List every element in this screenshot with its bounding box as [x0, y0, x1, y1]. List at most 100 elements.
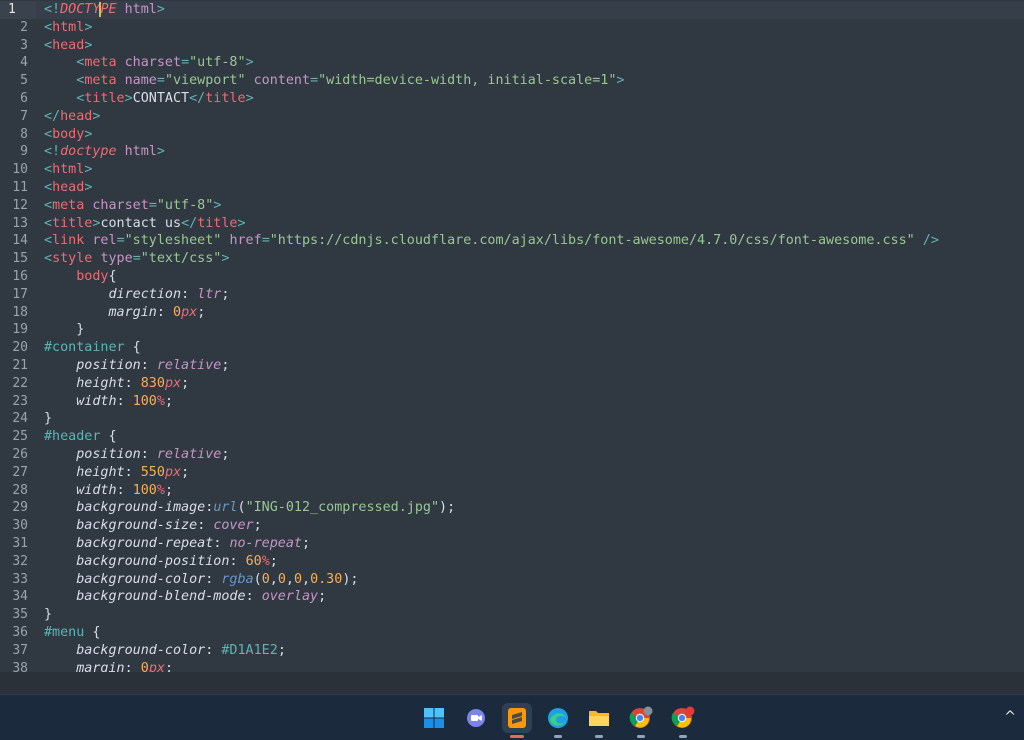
code-token: "https://cdnjs.cloudflare.com/ajax/libs/…: [269, 233, 915, 249]
code-line[interactable]: }: [44, 606, 52, 624]
code-token: link: [52, 233, 85, 249]
line-number: 30: [12, 518, 28, 534]
code-token: <: [44, 197, 53, 213]
code-line[interactable]: <html>: [44, 19, 92, 37]
code-token: width: [76, 482, 117, 498]
code-line[interactable]: <style type="text/css">: [44, 250, 229, 268]
code-token: background-image: [76, 500, 206, 516]
chrome-button[interactable]: [668, 703, 698, 738]
code-token: </: [181, 215, 198, 231]
code-token: :: [156, 304, 173, 320]
code-editor[interactable]: 1 2 3 4 5 6 7 8 9 10 11 12 13 14 15 16 17 18 19 20 21 22 23 24 2…: [0, 0, 1024, 672]
code-token: title: [205, 91, 246, 106]
edge-button[interactable]: [543, 703, 573, 738]
code-line[interactable]: <meta name="viewport" content="width=dev…: [44, 72, 624, 90]
chrome-profile-button[interactable]: [626, 703, 656, 738]
code-token: ;: [277, 642, 286, 658]
code-token: PE: [100, 2, 117, 17]
code-line[interactable]: <!DOCTYPE html>: [44, 1, 165, 19]
code-token: relative: [156, 358, 222, 373]
code-token: :: [213, 536, 230, 551]
sublime-text-icon: [508, 708, 526, 728]
code-token: meta: [84, 55, 117, 71]
code-token: ,: [302, 571, 311, 587]
code-token: head: [52, 37, 85, 53]
code-line[interactable]: }: [44, 410, 52, 428]
sublime-text-button[interactable]: [502, 703, 532, 738]
code-token: ,: [285, 571, 294, 587]
start-button[interactable]: [419, 703, 449, 733]
code-line[interactable]: <head>: [44, 37, 92, 55]
code-line[interactable]: #header {: [44, 428, 117, 446]
code-line[interactable]: background-size: cover;: [44, 517, 261, 535]
code-token: {: [108, 269, 117, 284]
code-line[interactable]: width: 100%;: [44, 393, 173, 411]
code-line[interactable]: <body>: [44, 126, 92, 144]
code-line[interactable]: <!doctype html>: [44, 143, 165, 161]
code-line[interactable]: position: relative;: [44, 357, 229, 375]
code-token: ;: [318, 589, 327, 605]
windows-logo-icon: [424, 708, 444, 728]
line-number: 25: [12, 429, 28, 445]
code-token: #header: [44, 429, 101, 445]
code-line[interactable]: margin: 0px;: [44, 304, 206, 322]
code-line[interactable]: background-repeat: no-repeat;: [44, 535, 310, 553]
file-explorer-button[interactable]: [584, 703, 614, 738]
code-line[interactable]: </head>: [44, 108, 100, 126]
code-token: (: [237, 500, 246, 516]
code-token: ;: [221, 286, 230, 302]
code-line[interactable]: }: [44, 321, 84, 339]
code-token: :: [229, 553, 246, 569]
running-app-indicator: [595, 735, 603, 738]
teams-chat-icon: [467, 709, 485, 727]
code-token: 0: [140, 660, 149, 672]
code-token: <: [44, 180, 53, 195]
code-line[interactable]: width: 100%;: [44, 482, 173, 500]
code-token: href: [229, 233, 262, 249]
code-line[interactable]: <head>: [44, 179, 92, 197]
code-token: >: [84, 126, 93, 142]
code-token: no-repeat: [229, 536, 302, 551]
code-line[interactable]: direction: ltr;: [44, 286, 230, 304]
code-line[interactable]: background-color: #D1A1E2;: [44, 642, 286, 660]
code-token: <: [44, 233, 53, 249]
code-token: >: [84, 19, 93, 35]
code-token: html: [124, 144, 157, 160]
line-number: 23: [12, 393, 28, 409]
code-line[interactable]: background-blend-mode: overlay;: [44, 588, 326, 606]
code-token: direction: [108, 286, 182, 302]
code-token: url: [213, 500, 238, 516]
line-number: 16: [12, 269, 28, 284]
code-line[interactable]: margin: 0px;: [44, 660, 173, 672]
code-line[interactable]: <title>CONTACT</title>: [44, 90, 253, 108]
code-line[interactable]: background-image:url("ING-012_compressed…: [44, 499, 455, 517]
code-line[interactable]: <meta charset="utf-8">: [44, 197, 221, 215]
code-line[interactable]: <link rel="stylesheet" href="https://cdn…: [44, 232, 939, 250]
code-token: :: [116, 482, 133, 498]
code-line[interactable]: background-position: 60%;: [44, 553, 278, 571]
code-line[interactable]: height: 550px;: [44, 464, 189, 482]
code-line[interactable]: <title>contact us</title>: [44, 215, 246, 233]
line-number: 2: [20, 19, 28, 35]
active-app-indicator: [510, 735, 524, 738]
code-line[interactable]: #container {: [44, 339, 141, 357]
code-token: >: [84, 37, 93, 53]
code-token: "text/css": [140, 251, 222, 267]
code-line[interactable]: body{: [44, 268, 117, 286]
code-line[interactable]: <html>: [44, 161, 92, 179]
code-token: meta: [84, 73, 117, 89]
code-line[interactable]: position: relative;: [44, 446, 229, 464]
code-token: relative: [156, 447, 222, 462]
code-line[interactable]: #menu {: [44, 624, 100, 642]
show-hidden-icons-chevron-icon[interactable]: ^: [1004, 709, 1016, 725]
code-line[interactable]: height: 830px;: [44, 375, 189, 393]
chrome-profile-icon: [629, 706, 653, 728]
code-line[interactable]: <meta charset="utf-8">: [44, 54, 253, 72]
teams-chat-button[interactable]: [461, 703, 491, 733]
code-line[interactable]: background-color: rgba(0,0,0,0.30);: [44, 571, 358, 589]
